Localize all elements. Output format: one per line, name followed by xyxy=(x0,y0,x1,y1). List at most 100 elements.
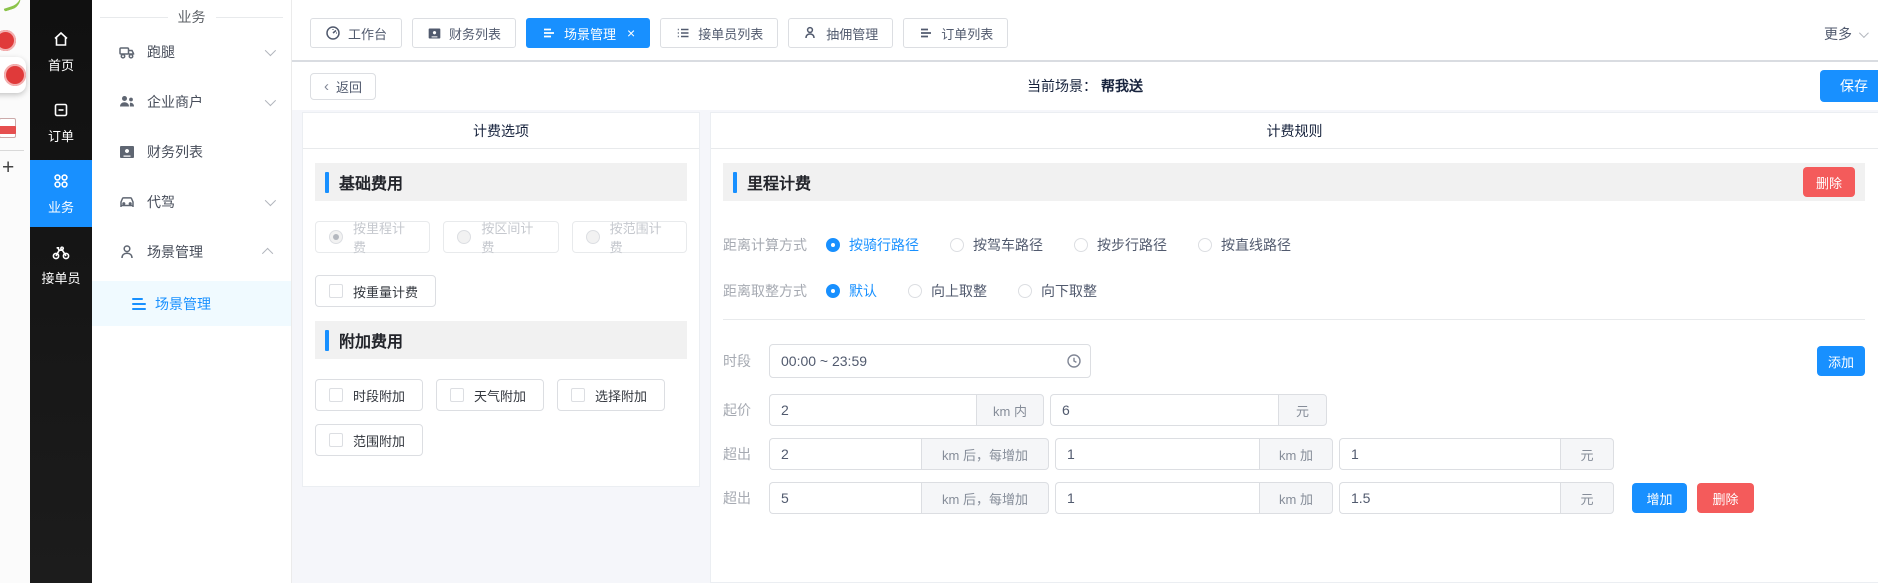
radio-round-down[interactable]: 向下取整 xyxy=(1018,281,1097,301)
subitem-label: 场景管理 xyxy=(155,294,211,314)
floating-card xyxy=(0,57,26,93)
delete-tier-button[interactable]: 删除 xyxy=(1697,483,1754,513)
more-menu-button[interactable]: 更多 xyxy=(1824,24,1866,44)
divider xyxy=(0,150,24,151)
exceed-distance-input[interactable] xyxy=(769,438,921,470)
radio-label: 默认 xyxy=(849,281,877,301)
list-icon xyxy=(918,25,934,41)
rail-item-orders[interactable]: 订单 xyxy=(30,89,92,156)
main-area: 工作台 财务列表 场景管理 × 接单员列表 抽佣管理 订单列表 xyxy=(292,0,1878,583)
fee-row-exceed-2: 超出 km 后，每增加 km 加 元 增加 xyxy=(723,482,1865,514)
extra-fee-row-1: 时段附加 天气附加 选择附加 xyxy=(315,379,687,411)
option-weather-surcharge[interactable]: 天气附加 xyxy=(436,379,544,411)
back-button[interactable]: ‹ 返回 xyxy=(310,73,376,100)
radio-icon xyxy=(586,230,600,244)
option-interval-billing[interactable]: 按区间计费 xyxy=(443,221,558,253)
increment-price-input[interactable] xyxy=(1339,482,1560,514)
fee-row-label: 起价 xyxy=(723,400,769,420)
radio-walking-path[interactable]: 按步行路径 xyxy=(1074,235,1167,255)
radio-icon xyxy=(1198,238,1212,252)
chevron-down-icon xyxy=(1859,28,1869,38)
menu-item-merchants[interactable]: 企业商户 xyxy=(92,77,291,127)
scooter-icon xyxy=(118,43,136,61)
rules-panel-body: 里程计费 删除 距离计算方式 按骑行路径 按驾车路径 xyxy=(711,149,1878,514)
radio-round-up[interactable]: 向上取整 xyxy=(908,281,987,301)
toolbar: ‹ 返回 当前场景：帮我送 保存 xyxy=(292,62,1878,110)
fee-row-label: 超出 xyxy=(723,488,769,508)
chevron-down-icon xyxy=(265,95,276,106)
desktop-edge-strip: + xyxy=(0,0,30,583)
distance-round-row: 距离取整方式 默认 向上取整 向下取整 xyxy=(723,281,1865,301)
increment-distance-group: km 加 xyxy=(1055,438,1333,470)
radio-label: 按步行路径 xyxy=(1097,235,1167,255)
fee-row-label: 超出 xyxy=(723,444,769,464)
save-button[interactable]: 保存 xyxy=(1820,70,1878,102)
rail-item-business[interactable]: 业务 xyxy=(30,160,92,227)
rail-item-couriers[interactable]: 接单员 xyxy=(30,231,92,298)
menu-item-label: 代驾 xyxy=(147,192,175,212)
increment-distance-group: km 加 xyxy=(1055,482,1333,514)
chevron-down-icon xyxy=(265,45,276,56)
distance-calc-label: 距离计算方式 xyxy=(723,235,826,255)
tab-label: 接单员列表 xyxy=(698,24,763,43)
app-window: + 首页 订单 业务 接单员 业务 xyxy=(0,0,1878,583)
option-weight-billing[interactable]: 按重量计费 xyxy=(315,275,436,307)
car-icon xyxy=(118,193,136,211)
current-scene: 当前场景：帮我送 xyxy=(1027,76,1143,96)
checkbox-icon xyxy=(329,433,343,447)
input-addon: km 内 xyxy=(976,394,1044,426)
weight-row: 按重量计费 xyxy=(315,275,687,307)
time-period-row: 时段 添加 xyxy=(723,344,1865,378)
option-time-surcharge[interactable]: 时段附加 xyxy=(315,379,423,411)
option-label: 选择附加 xyxy=(595,386,647,405)
tab-courier-list[interactable]: 接单员列表 xyxy=(660,18,778,48)
increment-distance-input[interactable] xyxy=(1055,482,1259,514)
menu-item-finance[interactable]: 财务列表 xyxy=(92,127,291,177)
tab-scene-management[interactable]: 场景管理 × xyxy=(526,18,650,48)
radio-selected-icon xyxy=(826,284,840,298)
exceed-distance-input[interactable] xyxy=(769,482,921,514)
radio-icon xyxy=(457,230,471,244)
rail-item-home[interactable]: 首页 xyxy=(30,18,92,85)
checkbox-icon xyxy=(450,388,464,402)
menu-item-driving[interactable]: 代驾 xyxy=(92,177,291,227)
billing-rules-panel: 计费规则 里程计费 删除 距离计算方式 按骑行路径 xyxy=(710,112,1878,583)
rules-panel-title: 计费规则 xyxy=(711,113,1878,149)
add-time-period-button[interactable]: 添加 xyxy=(1817,346,1865,376)
tab-workbench[interactable]: 工作台 xyxy=(310,18,402,48)
option-select-surcharge[interactable]: 选择附加 xyxy=(557,379,665,411)
tab-label: 订单列表 xyxy=(941,24,993,43)
extra-fee-row-2: 范围附加 xyxy=(315,424,687,456)
tab-order-list[interactable]: 订单列表 xyxy=(903,18,1008,48)
tab-label: 场景管理 xyxy=(564,24,616,43)
tab-commission[interactable]: 抽佣管理 xyxy=(788,18,893,48)
time-period-input[interactable] xyxy=(769,344,1091,378)
radio-straight-line-path[interactable]: 按直线路径 xyxy=(1198,235,1291,255)
add-tier-button[interactable]: 增加 xyxy=(1632,483,1687,513)
radio-label: 向上取整 xyxy=(931,281,987,301)
base-price-input[interactable] xyxy=(1050,394,1278,426)
radio-riding-path[interactable]: 按骑行路径 xyxy=(826,235,919,255)
red-badge-icon xyxy=(0,30,16,51)
increment-price-input[interactable] xyxy=(1339,438,1560,470)
option-range-billing[interactable]: 按范围计费 xyxy=(572,221,687,253)
radio-driving-path[interactable]: 按驾车路径 xyxy=(950,235,1043,255)
tab-finance-list[interactable]: 财务列表 xyxy=(412,18,516,48)
radio-icon xyxy=(1018,284,1032,298)
close-icon[interactable]: × xyxy=(627,26,635,40)
base-distance-input[interactable] xyxy=(769,394,976,426)
increment-distance-input[interactable] xyxy=(1055,438,1259,470)
menu-item-errand[interactable]: 跑腿 xyxy=(92,27,291,77)
fee-row-exceed-1: 超出 km 后，每增加 km 加 元 xyxy=(723,438,1865,470)
option-range-surcharge[interactable]: 范围附加 xyxy=(315,424,423,456)
list-bullets-icon xyxy=(675,25,691,41)
submenu-subitem-scene-management[interactable]: 场景管理 xyxy=(92,281,291,326)
finance-card-icon xyxy=(427,26,442,41)
radio-round-default[interactable]: 默认 xyxy=(826,281,877,301)
rail-item-label: 首页 xyxy=(48,55,74,74)
delete-rule-button[interactable]: 删除 xyxy=(1803,167,1855,197)
option-mileage-billing[interactable]: 按里程计费 xyxy=(315,221,430,253)
base-fee-radio-row: 按里程计费 按区间计费 按范围计费 xyxy=(315,221,687,253)
plus-icon[interactable]: + xyxy=(2,156,14,180)
menu-item-scenes[interactable]: 场景管理 xyxy=(92,227,291,277)
